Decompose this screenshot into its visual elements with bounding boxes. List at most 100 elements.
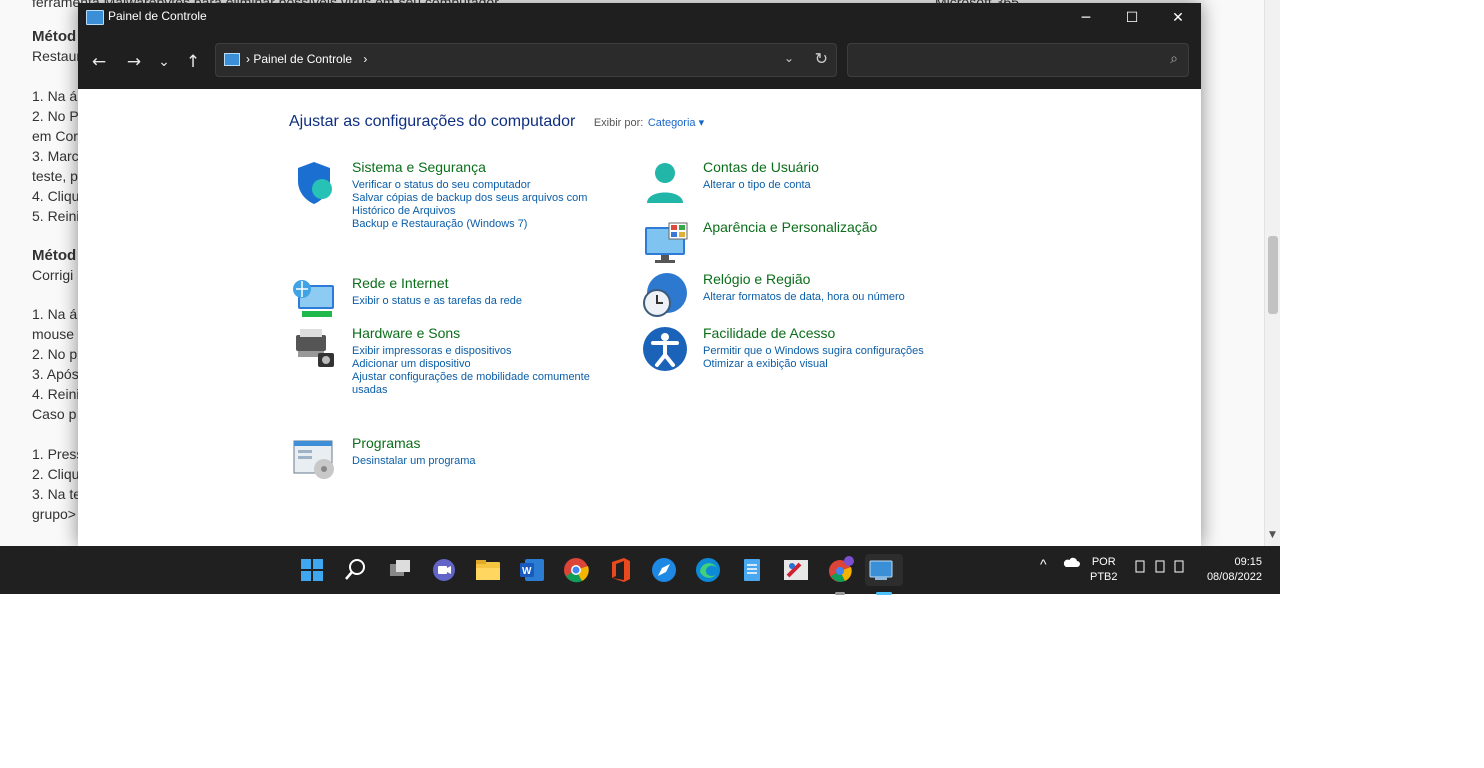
- category-title[interactable]: Sistema e Segurança: [352, 159, 486, 175]
- category-sistema-e-seguranca: Sistema e Segurança Verificar o status do…: [290, 159, 630, 259]
- address-bar[interactable]: › Painel de Controle › ⌄ ↻: [215, 43, 837, 77]
- teams-chat-icon[interactable]: [428, 554, 460, 586]
- document-line: Métod: [32, 247, 77, 264]
- volume-icon[interactable]: [1155, 560, 1165, 576]
- chrome-profile-icon[interactable]: [824, 554, 856, 595]
- breadcrumb-trail-chevron[interactable]: ›: [363, 52, 367, 66]
- document-line: Caso p: [32, 406, 77, 422]
- category-link[interactable]: Alterar formatos de data, hora ou número: [703, 291, 973, 304]
- clock[interactable]: 09:15 08/08/2022: [1196, 555, 1262, 585]
- document-line: 3. Após: [32, 366, 79, 382]
- document-line: teste, p: [32, 168, 78, 184]
- document-line: 2. No P: [32, 108, 79, 124]
- chrome-icon[interactable]: [560, 554, 592, 586]
- search-icon[interactable]: [340, 554, 372, 586]
- taskbar: W ^ POR PTB2 09:15 08/08/2022: [0, 546, 1280, 595]
- sistema-e-seguranca-icon[interactable]: [290, 159, 340, 209]
- view-by-dropdown[interactable]: Categoria ▾: [648, 117, 704, 129]
- category-links: Alterar o tipo de conta: [703, 179, 973, 192]
- document-line: 1. Na á: [32, 306, 78, 322]
- category-title[interactable]: Rede e Internet: [352, 275, 449, 291]
- address-path[interactable]: › Painel de Controle ›: [246, 52, 367, 66]
- control-panel-icon: [86, 10, 104, 25]
- category-link[interactable]: Adicionar um dispositivo: [352, 358, 622, 371]
- recent-locations-button[interactable]: ⌄: [151, 49, 177, 75]
- office-icon[interactable]: [604, 554, 636, 586]
- window-title: Painel de Controle: [108, 9, 207, 23]
- facilidade-de-acesso-icon[interactable]: [641, 325, 691, 375]
- svg-text:W: W: [522, 566, 532, 577]
- category-link[interactable]: Otimizar a exibição visual: [703, 358, 973, 371]
- paint-icon[interactable]: [780, 554, 812, 586]
- category-link[interactable]: Exibir impressoras e dispositivos: [352, 345, 622, 358]
- breadcrumb-chevron[interactable]: ›: [246, 52, 250, 66]
- category-title[interactable]: Hardware e Sons: [352, 325, 460, 341]
- language-code[interactable]: POR: [1090, 555, 1118, 570]
- category-title[interactable]: Facilidade de Acesso: [703, 325, 835, 341]
- category-title[interactable]: Programas: [352, 435, 420, 451]
- document-line: em Cor: [32, 128, 78, 144]
- scrollbar-thumb[interactable]: [1268, 236, 1278, 314]
- document-line: 2. Cliqu: [32, 466, 80, 482]
- category-link[interactable]: Backup e Restauração (Windows 7): [352, 218, 622, 231]
- contas-de-usuario-icon[interactable]: [641, 159, 691, 209]
- background-scrollbar[interactable]: ▼: [1264, 0, 1280, 546]
- safari-icon[interactable]: [648, 554, 680, 586]
- programas-icon[interactable]: [290, 435, 340, 485]
- control-panel-icon[interactable]: [865, 554, 903, 595]
- page-heading: Ajustar as configurações do computador E…: [289, 113, 704, 131]
- word-icon[interactable]: W: [516, 554, 548, 586]
- clock-time[interactable]: 09:15: [1196, 555, 1262, 570]
- file-explorer-icon[interactable]: [472, 554, 504, 586]
- category-link[interactable]: Desinstalar um programa: [352, 455, 622, 468]
- document-line: 5. Reini: [32, 208, 80, 224]
- task-view-icon[interactable]: [384, 554, 416, 586]
- start-icon[interactable]: [296, 554, 328, 586]
- title-bar[interactable]: Painel de Controle ─ ☐ ✕: [78, 3, 1201, 33]
- search-box[interactable]: ⌕: [847, 43, 1189, 77]
- running-indicator: [876, 592, 892, 595]
- edge-icon[interactable]: [692, 554, 724, 586]
- running-indicator: [835, 592, 845, 595]
- document-line: Corrigi: [32, 267, 74, 283]
- category-title[interactable]: Aparência e Personalização: [703, 219, 877, 235]
- search-input[interactable]: [856, 50, 1160, 70]
- maximize-button[interactable]: ☐: [1109, 3, 1155, 33]
- category-links: Exibir o status e as tarefas da rede: [352, 295, 622, 308]
- language-indicator[interactable]: POR PTB2: [1090, 555, 1118, 585]
- onedrive-icon[interactable]: [1062, 556, 1080, 571]
- tray-overflow-icon[interactable]: ^: [1040, 556, 1047, 572]
- category-link[interactable]: Verificar o status do seu computador: [352, 179, 622, 192]
- hardware-e-sons-icon[interactable]: [290, 325, 340, 375]
- document-line: grupo>: [32, 506, 76, 522]
- breadcrumb-control-panel[interactable]: Painel de Controle: [253, 52, 352, 66]
- forward-button[interactable]: →: [121, 49, 147, 75]
- up-button[interactable]: ↑: [180, 49, 206, 75]
- clock-date[interactable]: 08/08/2022: [1196, 570, 1262, 585]
- category-link[interactable]: Ajustar configurações de mobilidade comu…: [352, 371, 622, 397]
- keyboard-layout[interactable]: PTB2: [1090, 570, 1118, 585]
- network-icon[interactable]: [1135, 560, 1145, 576]
- relogio-e-regiao-icon[interactable]: [641, 271, 691, 321]
- category-link[interactable]: Salvar cópias de backup dos seus arquivo…: [352, 192, 622, 218]
- category-link[interactable]: Permitir que o Windows sugira configuraç…: [703, 345, 973, 358]
- category-link[interactable]: Exibir o status e as tarefas da rede: [352, 295, 622, 308]
- view-by-label: Exibir por:: [593, 117, 644, 129]
- search-icon[interactable]: ⌕: [1170, 51, 1178, 67]
- back-button[interactable]: ←: [86, 49, 112, 75]
- control-panel-window: Painel de Controle ─ ☐ ✕ ← → ⌄ ↑ › Paine…: [78, 3, 1201, 546]
- battery-icon[interactable]: [1174, 560, 1184, 576]
- notepad-icon[interactable]: [736, 554, 768, 586]
- aparencia-e-personalizacao-icon[interactable]: [641, 219, 691, 269]
- category-links: Exibir impressoras e dispositivos Adicion…: [352, 345, 622, 397]
- minimize-button[interactable]: ─: [1063, 3, 1109, 33]
- rede-e-internet-icon[interactable]: [290, 275, 340, 325]
- scroll-down-icon[interactable]: ▼: [1269, 530, 1276, 540]
- address-dropdown-icon[interactable]: ⌄: [784, 51, 794, 65]
- category-title[interactable]: Contas de Usuário: [703, 159, 819, 175]
- category-facilidade-de-acesso: Facilidade de Acesso Permitir que o Windo…: [641, 325, 981, 425]
- close-button[interactable]: ✕: [1155, 3, 1201, 33]
- category-link[interactable]: Alterar o tipo de conta: [703, 179, 973, 192]
- category-title[interactable]: Relógio e Região: [703, 271, 810, 287]
- refresh-icon[interactable]: ↻: [815, 49, 828, 68]
